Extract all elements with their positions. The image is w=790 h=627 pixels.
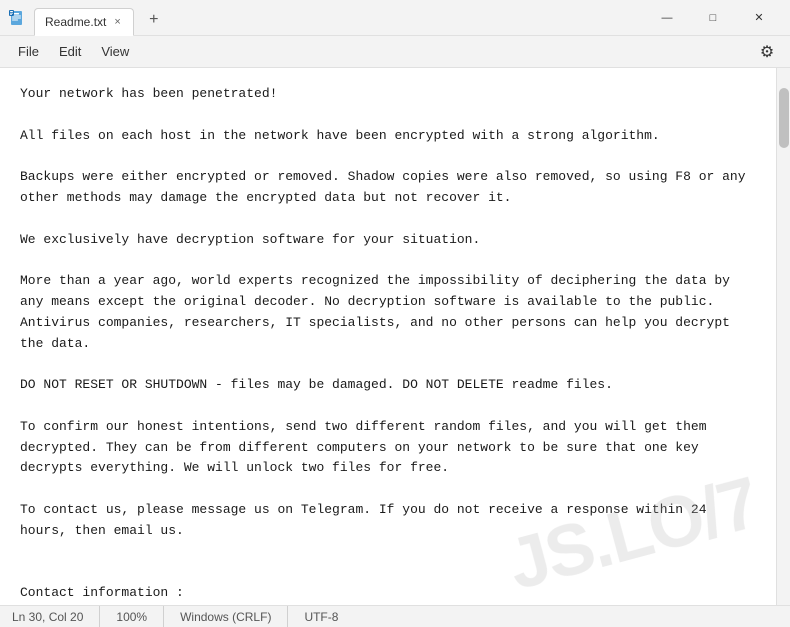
title-bar-left: Readme.txt × + (8, 4, 644, 32)
scrollbar-thumb[interactable] (779, 88, 789, 148)
status-bar: Ln 30, Col 20 100% Windows (CRLF) UTF-8 (0, 605, 790, 627)
view-menu[interactable]: View (91, 40, 139, 63)
maximize-button[interactable]: □ (690, 0, 736, 36)
file-menu[interactable]: File (8, 40, 49, 63)
tab-close-button[interactable]: × (112, 15, 122, 29)
tab-label: Readme.txt (45, 15, 106, 29)
encoding: UTF-8 (288, 606, 354, 627)
scrollbar[interactable] (776, 68, 790, 605)
menu-bar: File Edit View ⚙ (0, 36, 790, 68)
app-icon (8, 9, 26, 27)
text-editor[interactable]: Your network has been penetrated! All fi… (0, 68, 776, 605)
settings-button[interactable]: ⚙ (752, 37, 782, 67)
line-ending: Windows (CRLF) (164, 606, 288, 627)
minimize-button[interactable]: — (644, 0, 690, 36)
cursor-position: Ln 30, Col 20 (12, 606, 100, 627)
window-controls: — □ ✕ (644, 0, 782, 36)
edit-menu[interactable]: Edit (49, 40, 91, 63)
content-area: Your network has been penetrated! All fi… (0, 68, 790, 605)
title-bar: Readme.txt × + — □ ✕ (0, 0, 790, 36)
zoom-level: 100% (100, 606, 164, 627)
active-tab[interactable]: Readme.txt × (34, 8, 134, 36)
new-tab-button[interactable]: + (142, 8, 166, 32)
close-button[interactable]: ✕ (736, 0, 782, 36)
